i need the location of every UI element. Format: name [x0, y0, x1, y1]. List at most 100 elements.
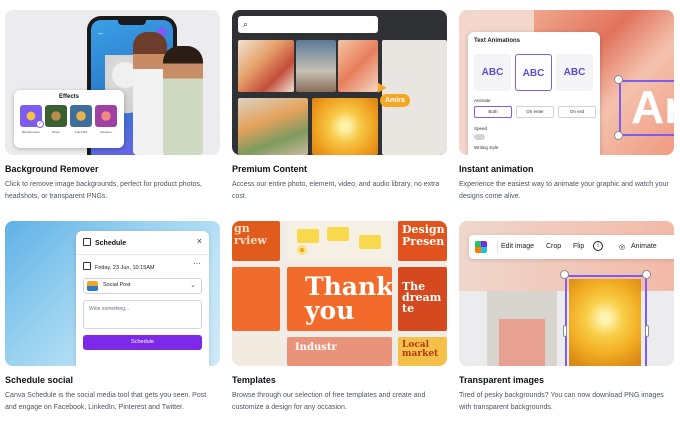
effect-label: Duotone: [100, 130, 112, 134]
caption-placeholder: Write something...: [89, 306, 130, 312]
transparent-images-preview: Edit image Crop Flip i ◎ Animate: [459, 221, 674, 366]
card-title[interactable]: Instant animation: [459, 164, 534, 174]
card-description: Click to remove image backgrounds, perfe…: [5, 181, 202, 200]
resize-handle: [645, 325, 649, 337]
sticky-note: [359, 235, 381, 249]
schedule-social-preview: Schedule × Friday, 23 Jun, 10:15AM ··· S…: [5, 221, 220, 366]
card-description: Canva Schedule is the social media tool …: [5, 392, 207, 411]
chevron-down-icon: ⌄: [190, 282, 196, 289]
selection-box: [565, 275, 647, 366]
resize-handle: [614, 131, 623, 140]
card-title[interactable]: Templates: [232, 375, 276, 385]
animation-option-selected: ABC: [515, 54, 552, 91]
instant-animation-preview: Ar Text Animations ABC ABC ABC Animate B…: [459, 10, 674, 155]
template-text: Local market: [402, 340, 439, 359]
image-toolbar: Edit image Crop Flip i ◎ Animate: [469, 235, 674, 259]
photo-tile: [238, 40, 294, 92]
photo-tile: [338, 40, 378, 92]
animate-label: Animate: [474, 98, 491, 103]
card-title[interactable]: Background Remover: [5, 164, 99, 174]
animation-option: ABC: [474, 54, 511, 91]
divider: [76, 254, 209, 255]
card-title[interactable]: Premium Content: [232, 164, 307, 174]
phone-notch: [118, 20, 146, 25]
photo-tile: [312, 98, 378, 155]
schedule-button: Schedule: [83, 335, 202, 350]
animate-button: Animate: [631, 243, 657, 250]
template-thumb: The dream te: [398, 267, 447, 331]
template-thumb: [232, 267, 280, 331]
schedule-title: Schedule: [95, 240, 127, 247]
card-title[interactable]: Schedule social: [5, 375, 73, 385]
speed-label: Speed: [474, 126, 488, 131]
effect-label: BG Remover: [22, 130, 40, 134]
resize-handle: [642, 270, 651, 279]
card-description: Experience the easiest way to animate yo…: [459, 181, 669, 200]
template-text: gn rview: [234, 222, 267, 247]
animate-option-on-exit: On exit: [558, 106, 596, 118]
crop-button: Crop: [546, 243, 562, 250]
person-image: [163, 46, 203, 155]
back-arrow-icon: ←: [97, 28, 105, 37]
app-logo-icon: [475, 241, 487, 253]
sticky-note: [327, 227, 349, 241]
animation-option: ABC: [556, 54, 593, 91]
more-icon: ···: [193, 259, 201, 268]
template-thumb: Industr: [287, 337, 392, 366]
template-text: Industr: [295, 342, 337, 353]
template-text: Thank you: [305, 272, 392, 325]
collaborator-badge: Amira: [380, 94, 410, 107]
post-type-select: Social Post ⌄: [83, 278, 202, 294]
divider: [497, 240, 498, 254]
flip-button: Flip: [573, 243, 585, 250]
template-thumb: Design Presen: [398, 221, 447, 261]
schedule-date: Friday, 23 Jun, 10:15AM: [83, 262, 155, 271]
effect-label: Color Mix: [74, 130, 88, 134]
edit-image-button: Edit image: [501, 243, 535, 250]
search-icon: ⌕: [243, 19, 249, 29]
writing-style-label: Writing style: [474, 145, 499, 150]
effect-photo-thumb: [45, 105, 67, 127]
close-icon: ×: [196, 236, 202, 246]
text-animations-panel: Text Animations ABC ABC ABC Animate Both…: [468, 32, 600, 155]
card-description: Tired of pesky backgrounds? You can now …: [459, 392, 664, 411]
card-title[interactable]: Transparent images: [459, 375, 544, 385]
calendar-icon: [83, 262, 91, 270]
check-icon: ✓: [36, 120, 44, 128]
schedule-panel: Schedule × Friday, 23 Jun, 10:15AM ··· S…: [76, 231, 209, 366]
effect-label: Photo: [52, 130, 60, 134]
frame-shape: [499, 319, 545, 366]
person-image: [133, 32, 167, 155]
card-description: Access our entire photo, element, video,…: [232, 181, 440, 200]
template-thumb: Thank you: [287, 267, 392, 331]
selection-box: [619, 80, 674, 136]
caption-textarea: Write something...: [83, 300, 202, 329]
panel-title: Text Animations: [474, 38, 521, 44]
resize-handle: [563, 325, 567, 337]
card-description: Browse through our selection of free tem…: [232, 392, 426, 411]
search-bar: ⌕: [238, 16, 378, 33]
animate-option-on-enter: On enter: [516, 106, 554, 118]
template-text: Design Presen: [402, 223, 445, 248]
animate-icon: ◎: [619, 244, 626, 251]
template-thumb: Local market: [398, 337, 447, 366]
template-thumb: [232, 337, 280, 366]
effect-color-mix-thumb: [70, 105, 92, 127]
effect-duotone-thumb: [95, 105, 117, 127]
post-thumbnail: [87, 281, 98, 291]
animate-option-both: Both: [474, 106, 512, 118]
calendar-icon: [83, 238, 91, 246]
flower-sticker: [297, 245, 307, 255]
photo-tile: [238, 98, 308, 155]
template-text: The dream te: [402, 280, 442, 315]
resize-handle: [614, 75, 623, 84]
premium-content-preview: ⌕ Amira: [232, 10, 447, 155]
speed-toggle: [474, 134, 485, 140]
template-thumb: [287, 221, 392, 261]
info-icon: i: [593, 241, 603, 251]
background-remover-preview: ← Effects ✓ BG Remover Photo Color Mix D…: [5, 10, 220, 155]
templates-preview: gn rview Design Presen Thank you The dre…: [232, 221, 447, 366]
effects-panel-title: Effects: [58, 94, 79, 100]
schedule-header: Schedule: [83, 238, 126, 247]
effects-panel: Effects ✓ BG Remover Photo Color Mix Duo…: [14, 90, 124, 148]
